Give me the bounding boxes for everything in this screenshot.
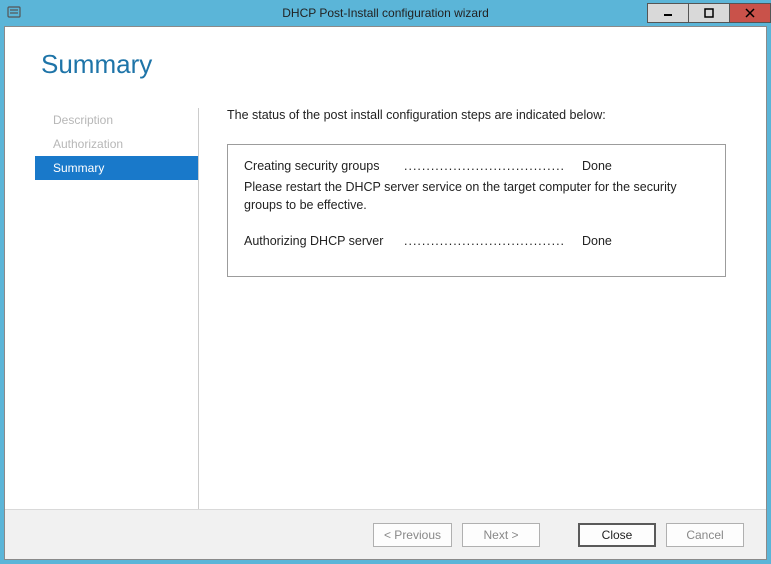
sidebar-item-description[interactable]: Description <box>35 108 198 132</box>
close-button[interactable]: Close <box>578 523 656 547</box>
status-value: Done <box>582 159 612 173</box>
cancel-button: Cancel <box>666 523 744 547</box>
minimize-button[interactable] <box>647 3 689 23</box>
titlebar: DHCP Post-Install configuration wizard <box>0 0 771 26</box>
status-note: Please restart the DHCP server service o… <box>244 179 709 214</box>
status-dots: ...................................... <box>404 159 564 173</box>
intro-text: The status of the post install configura… <box>227 108 726 122</box>
next-button: Next > <box>462 523 540 547</box>
page-title: Summary <box>41 49 736 80</box>
window-controls <box>648 3 771 23</box>
close-window-button[interactable] <box>729 3 771 23</box>
status-row: Creating security groups ...............… <box>244 159 709 173</box>
status-label: Authorizing DHCP server <box>244 234 404 248</box>
sidebar-item-label: Authorization <box>53 137 123 151</box>
main-panel: The status of the post install configura… <box>199 108 736 509</box>
previous-button: < Previous <box>373 523 452 547</box>
status-label: Creating security groups <box>244 159 404 173</box>
app-icon <box>6 5 22 21</box>
sidebar-item-authorization[interactable]: Authorization <box>35 132 198 156</box>
sidebar-item-label: Summary <box>53 161 104 175</box>
window-body: Summary Description Authorization Summar… <box>4 26 767 560</box>
maximize-button[interactable] <box>688 3 730 23</box>
status-row: Authorizing DHCP server ................… <box>244 234 709 248</box>
wizard-sidebar: Description Authorization Summary <box>35 108 199 509</box>
status-box: Creating security groups ...............… <box>227 144 726 277</box>
status-dots: ...................................... <box>404 234 564 248</box>
sidebar-item-label: Description <box>53 113 113 127</box>
status-value: Done <box>582 234 612 248</box>
sidebar-item-summary[interactable]: Summary <box>35 156 198 180</box>
wizard-footer: < Previous Next > Close Cancel <box>5 509 766 559</box>
